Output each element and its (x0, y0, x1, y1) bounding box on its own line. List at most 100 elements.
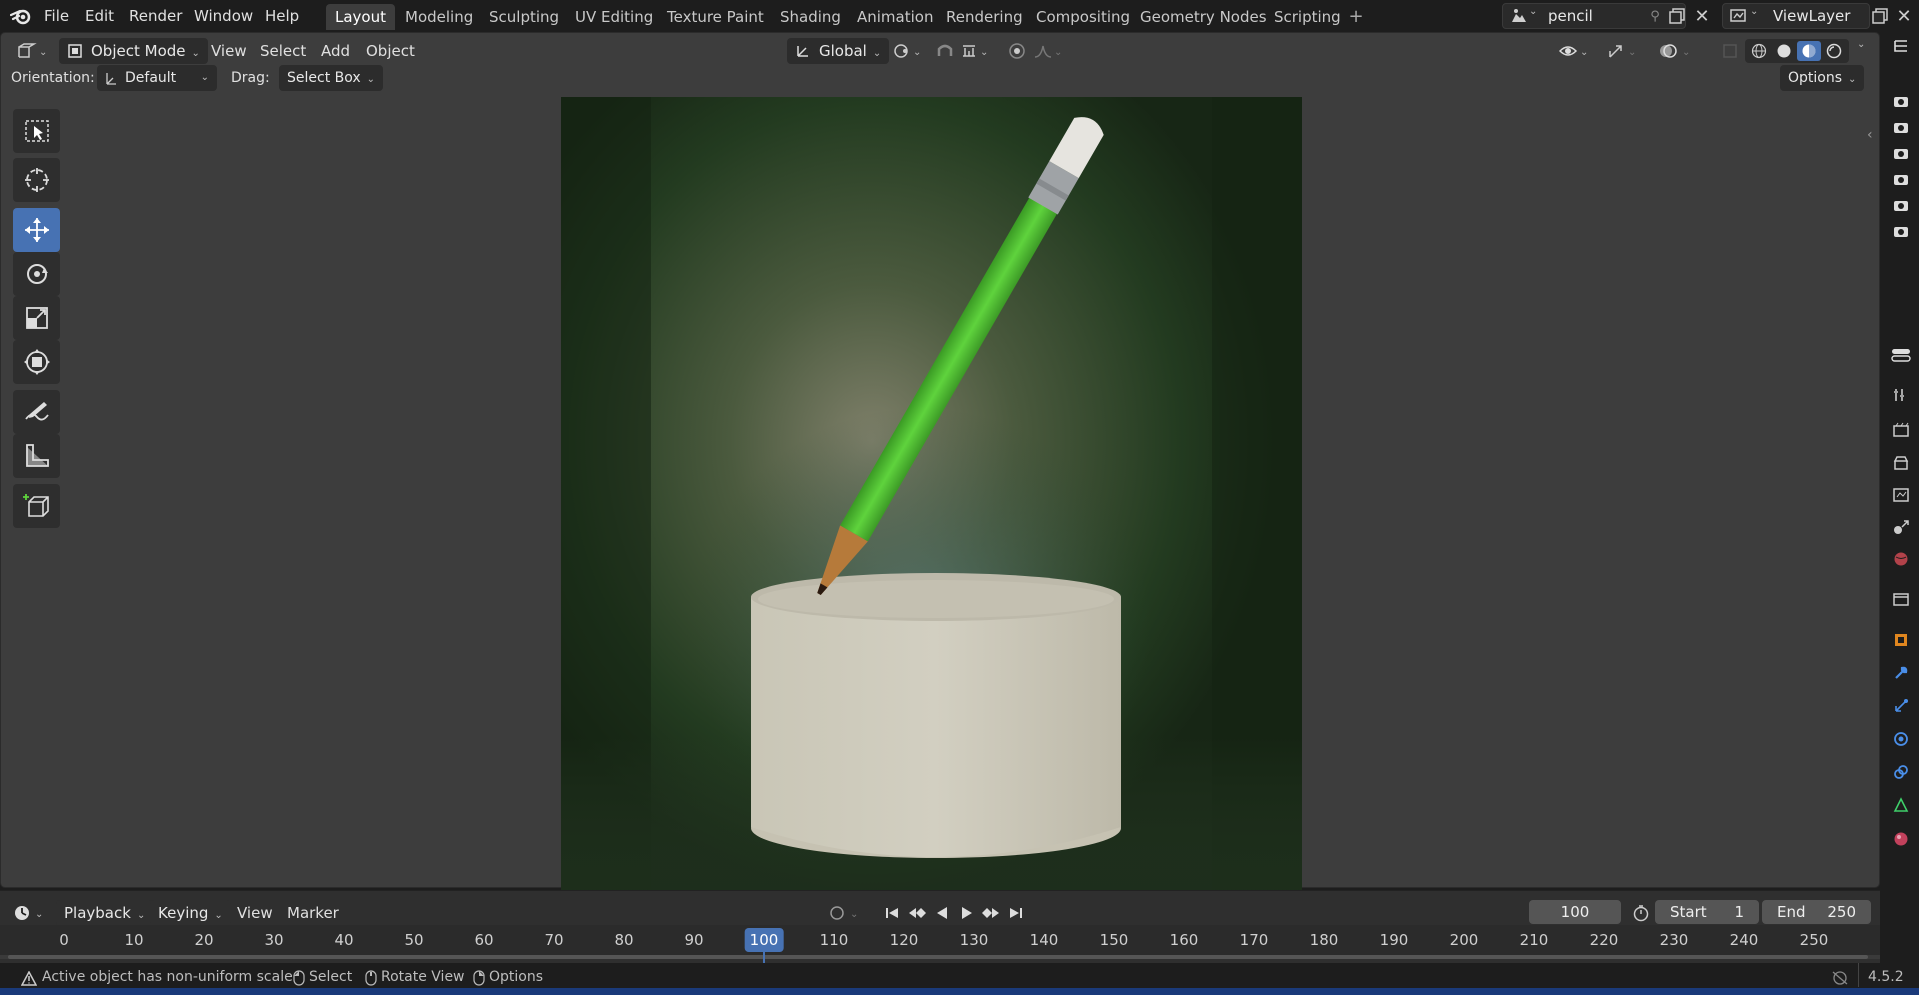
menu-select[interactable]: Select (260, 39, 306, 63)
editor-type-icon[interactable]: ⌄ (13, 39, 53, 63)
current-frame-field[interactable]: 100 (1529, 900, 1621, 924)
tool-properties-icon[interactable] (1890, 384, 1912, 406)
scene-name[interactable]: pencil (1548, 7, 1593, 25)
snap-icon[interactable] (933, 40, 957, 62)
new-view-layer-icon[interactable] (1868, 4, 1892, 28)
tab-texture-paint[interactable]: Texture Paint (658, 4, 773, 30)
pin-icon[interactable]: ⚲ (1647, 8, 1663, 24)
3d-viewport[interactable]: ⌄ Object Mode ⌄ View Select Add Object Gl… (0, 32, 1880, 917)
jump-to-end-icon[interactable] (1006, 903, 1026, 923)
scene-selector[interactable]: ⌄ pencil ⚲ (1502, 3, 1686, 29)
material-properties-icon[interactable] (1890, 828, 1912, 850)
tab-animation[interactable]: Animation (848, 4, 942, 30)
material-preview-shading-icon[interactable] (1797, 41, 1821, 61)
camera-render-icon[interactable] (1890, 168, 1912, 190)
new-scene-icon[interactable] (1665, 4, 1689, 28)
view-layer-properties-icon[interactable] (1890, 484, 1912, 506)
auto-keying-icon[interactable]: ⌄ (826, 903, 862, 923)
scene-properties-icon[interactable] (1890, 516, 1912, 538)
data-properties-icon[interactable] (1890, 794, 1912, 816)
collection-properties-icon[interactable] (1890, 588, 1912, 610)
blender-logo-icon[interactable] (10, 6, 32, 26)
delete-scene-icon[interactable]: ✕ (1690, 4, 1714, 28)
tab-geometry-nodes[interactable]: Geometry Nodes (1131, 4, 1276, 30)
keying-menu[interactable]: Keying ⌄ (150, 900, 231, 926)
menu-view[interactable]: View (211, 39, 247, 63)
physics-properties-icon[interactable] (1890, 728, 1912, 750)
properties-editor-icon[interactable] (1890, 344, 1912, 366)
tab-compositing[interactable]: Compositing (1027, 4, 1139, 30)
wireframe-shading-icon[interactable] (1747, 41, 1771, 61)
tool-move[interactable] (13, 208, 60, 252)
tool-rotate[interactable] (13, 252, 60, 296)
playback-menu[interactable]: Playback ⌄ (56, 900, 154, 926)
timeline-editor[interactable]: ⌄ Playback ⌄ Keying ⌄ View Marker ⌄ 100 St… (0, 890, 1880, 969)
tab-rendering[interactable]: Rendering (937, 4, 1032, 30)
rendered-shading-icon[interactable] (1822, 41, 1846, 61)
visibility-icon[interactable]: ⌄ (1557, 40, 1593, 62)
drag-dropdown[interactable]: Select Box ⌄ (279, 65, 384, 91)
end-frame-field[interactable]: End 250 (1762, 900, 1871, 924)
render-properties-icon[interactable] (1890, 419, 1912, 441)
play-reverse-icon[interactable] (932, 903, 952, 923)
tool-add-cube[interactable] (13, 484, 60, 528)
menu-render[interactable]: Render (129, 5, 182, 27)
world-properties-icon[interactable] (1890, 548, 1912, 570)
view-layer-selector[interactable]: ⌄ ViewLayer (1722, 3, 1870, 29)
outliner-icon[interactable] (1890, 36, 1912, 58)
tab-sculpting[interactable]: Sculpting (480, 4, 568, 30)
add-workspace-icon[interactable]: + (1347, 6, 1365, 27)
start-frame-field[interactable]: Start 1 (1655, 900, 1759, 924)
sidebar-toggle-icon[interactable]: ‹ (1867, 127, 1873, 143)
tool-transform[interactable] (13, 340, 60, 384)
proportional-editing-icon[interactable] (1005, 40, 1029, 62)
tab-shading[interactable]: Shading (771, 4, 850, 30)
view-layer-name[interactable]: ViewLayer (1773, 7, 1850, 25)
delete-view-layer-icon[interactable]: ✕ (1893, 4, 1915, 28)
menu-file[interactable]: File (44, 5, 69, 27)
falloff-icon[interactable]: ⌄ (1031, 40, 1067, 62)
gizmo-icon[interactable]: ⌄ (1605, 40, 1641, 62)
menu-help[interactable]: Help (265, 5, 299, 27)
chevron-down-icon[interactable]: ⌄ (1857, 39, 1865, 50)
tab-layout[interactable]: Layout (326, 4, 395, 30)
tool-select-box[interactable] (13, 109, 60, 153)
pivot-point-icon[interactable]: ⌄ (891, 40, 927, 62)
timeline-scrollbar-thumb[interactable] (8, 955, 1868, 959)
constraint-properties-icon[interactable] (1890, 761, 1912, 783)
playhead-frame-badge[interactable]: 100 (744, 928, 784, 952)
output-properties-icon[interactable] (1890, 452, 1912, 474)
timeline-menu-view[interactable]: View (237, 901, 273, 925)
snap-target-icon[interactable]: ⌄ (959, 40, 995, 62)
tool-cursor[interactable] (13, 158, 60, 202)
xray-icon[interactable] (1719, 40, 1741, 62)
camera-render-icon[interactable] (1890, 194, 1912, 216)
timeline-editor-type-icon[interactable]: ⌄ (12, 902, 48, 924)
orientation-dropdown[interactable]: Default ⌄ (97, 65, 217, 91)
menu-add[interactable]: Add (321, 39, 350, 63)
modifier-properties-icon[interactable] (1890, 662, 1912, 684)
camera-render-icon[interactable] (1890, 116, 1912, 138)
tool-annotate[interactable] (13, 390, 60, 434)
camera-render-icon[interactable] (1890, 142, 1912, 164)
transform-orientation-dropdown[interactable]: Global ⌄ (787, 38, 890, 64)
jump-to-start-icon[interactable] (882, 903, 902, 923)
tool-scale[interactable] (13, 296, 60, 340)
camera-render-icon[interactable] (1890, 220, 1912, 242)
tool-measure[interactable] (13, 434, 60, 478)
camera-render-icon[interactable] (1890, 90, 1912, 112)
mode-dropdown[interactable]: Object Mode ⌄ (59, 38, 208, 64)
menu-edit[interactable]: Edit (85, 5, 114, 27)
menu-object[interactable]: Object (366, 39, 415, 63)
particle-properties-icon[interactable] (1890, 695, 1912, 717)
tab-uv-editing[interactable]: UV Editing (566, 4, 662, 30)
jump-to-keyframe-back-icon[interactable] (906, 903, 928, 923)
camera-view[interactable] (561, 97, 1302, 917)
object-properties-icon[interactable] (1890, 629, 1912, 651)
stopwatch-icon[interactable] (1631, 903, 1651, 923)
overlays-icon[interactable]: ⌄ (1657, 40, 1693, 62)
jump-to-keyframe-forward-icon[interactable] (980, 903, 1002, 923)
tab-scripting[interactable]: Scripting (1265, 4, 1350, 30)
play-icon[interactable] (957, 903, 977, 923)
menu-window[interactable]: Window (194, 5, 253, 27)
